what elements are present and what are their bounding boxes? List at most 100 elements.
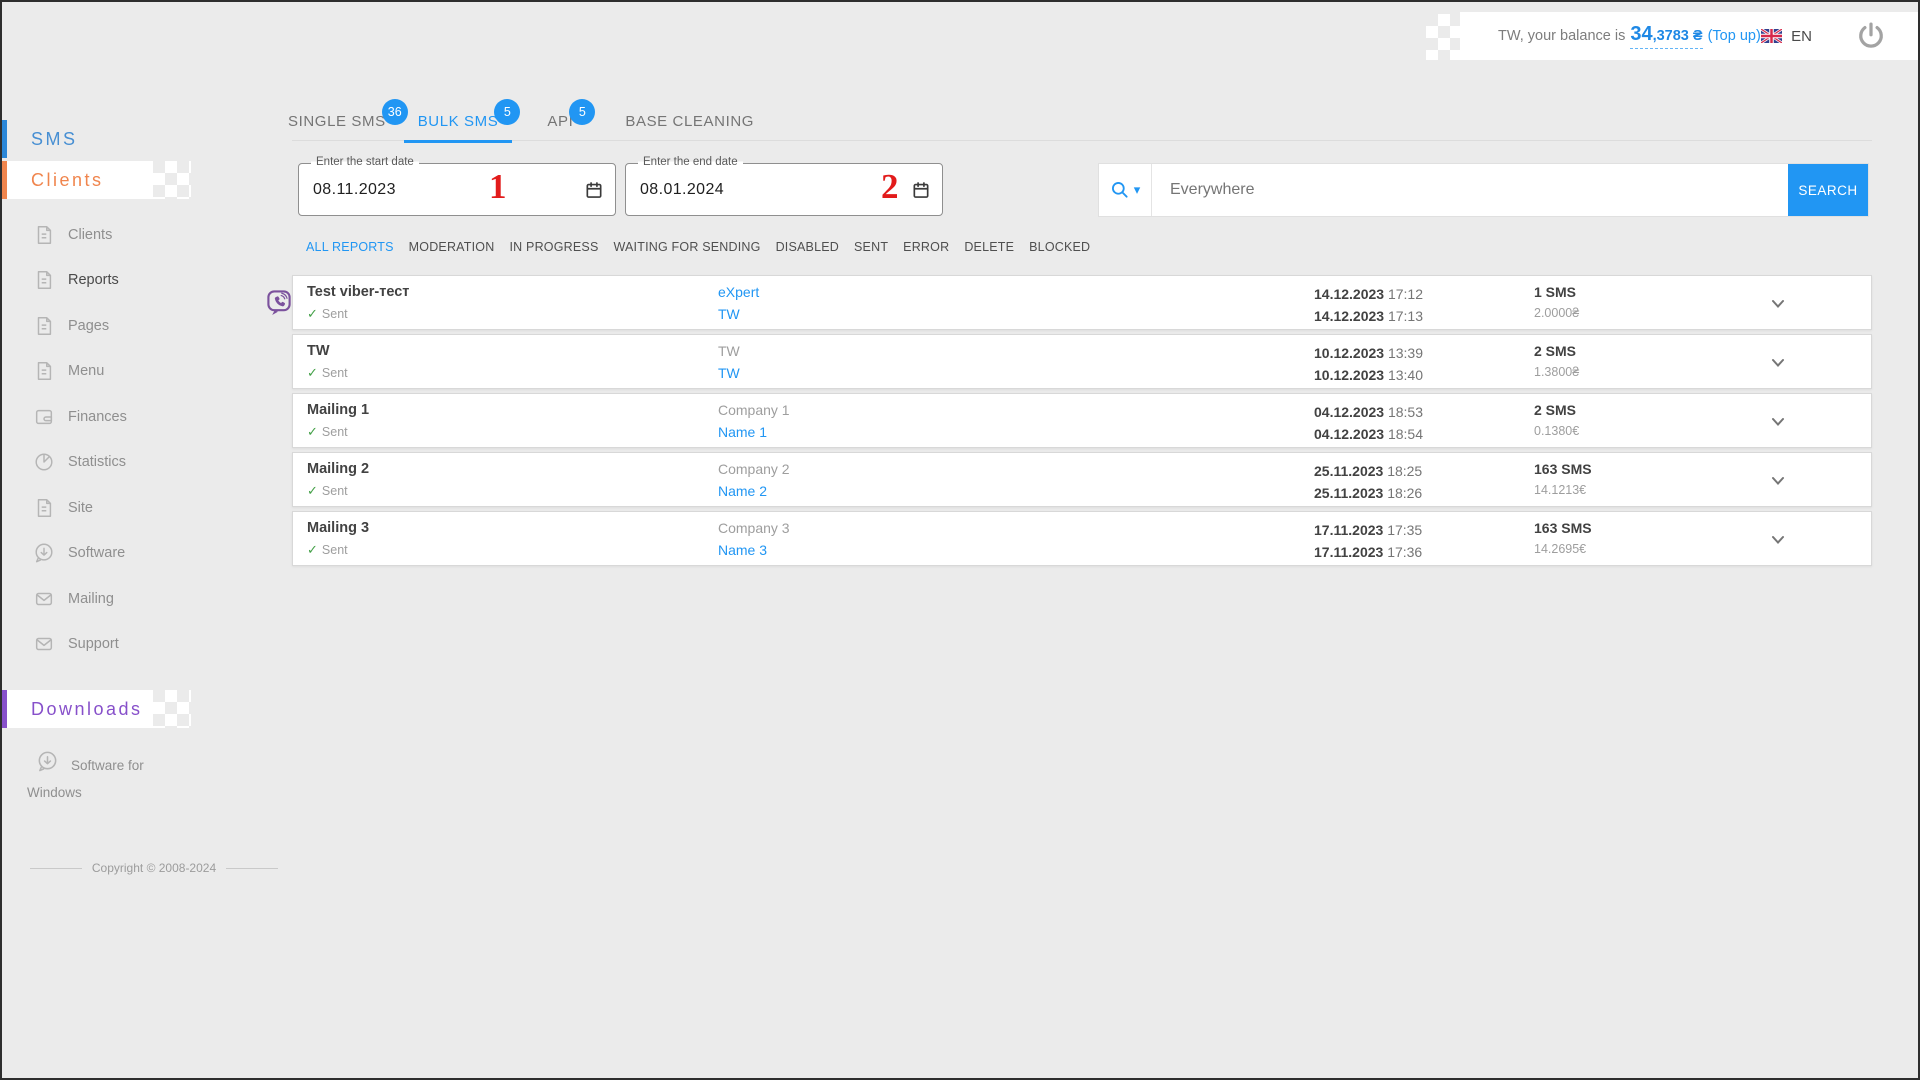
- status-tab-error[interactable]: ERROR: [903, 240, 949, 254]
- sidebar-item-label: Reports: [68, 272, 119, 288]
- search-bar: ▾ SEARCH: [1098, 163, 1869, 217]
- sidebar-item-mailing[interactable]: Mailing: [2, 576, 222, 622]
- sms-cost: 14.1213€: [1534, 483, 1586, 497]
- sidebar-item-finances[interactable]: Finances: [2, 394, 222, 440]
- search-icon: [1110, 180, 1130, 200]
- sidebar-section-downloads[interactable]: Downloads: [2, 690, 153, 728]
- expand-chevron-icon[interactable]: [1765, 291, 1791, 317]
- status-tab-delete[interactable]: DELETE: [964, 240, 1014, 254]
- report-row[interactable]: Mailing 2 ✓Sent Company 2 Name 2 25.11.2…: [292, 452, 1872, 507]
- annotation-number-2: 2: [881, 167, 899, 207]
- sidebar-item-support[interactable]: Support: [2, 622, 222, 668]
- start-date-value[interactable]: 08.11.2023: [313, 181, 396, 199]
- balance-fraction: ,3783 ₴: [1653, 28, 1703, 44]
- report-sender-link[interactable]: Name 1: [718, 424, 767, 440]
- end-date-field[interactable]: Enter the end date 08.01.2024 2: [625, 163, 943, 216]
- start-date: 14.12.2023: [1314, 286, 1384, 302]
- sidebar-item-label: Software: [68, 545, 125, 561]
- sidebar-item-menu[interactable]: Menu: [2, 349, 222, 395]
- sidebar-item-reports[interactable]: Reports: [2, 258, 222, 304]
- report-status: ✓Sent: [307, 365, 348, 381]
- report-company: TW: [718, 343, 740, 359]
- copyright-text: Copyright © 2008-2024: [92, 861, 216, 875]
- top-up-link[interactable]: (Top up): [1708, 28, 1761, 44]
- document-icon: [33, 315, 55, 337]
- sidebar-sms-label: SMS: [31, 129, 78, 150]
- sidebar-section-clients[interactable]: Clients: [2, 161, 153, 199]
- expand-chevron-icon[interactable]: [1765, 468, 1791, 494]
- tab-base-cleaning[interactable]: BASE CLEANING: [611, 103, 768, 143]
- end-time: 17:36: [1387, 544, 1422, 560]
- language-selector[interactable]: EN: [1761, 28, 1812, 45]
- report-row[interactable]: TW ✓Sent TW TW 10.12.2023 13:39 10.12.20…: [292, 334, 1872, 389]
- sidebar-item-site[interactable]: Site: [2, 485, 222, 531]
- status-tab-waiting-for-sending[interactable]: WAITING FOR SENDING: [613, 240, 760, 254]
- checker-decoration: [153, 690, 191, 728]
- report-sender-link[interactable]: TW: [718, 365, 740, 381]
- annotation-number-1: 1: [489, 167, 507, 207]
- topbar: TW, your balance is 34,3783 ₴ (Top up) E…: [1460, 12, 1918, 60]
- start-date: 10.12.2023: [1314, 345, 1384, 361]
- sms-count: 163 SMS: [1534, 461, 1592, 477]
- start-date-label: Enter the start date: [311, 156, 419, 168]
- sidebar-item-software[interactable]: Software: [2, 531, 222, 577]
- status-tab-sent[interactable]: SENT: [854, 240, 888, 254]
- report-row[interactable]: Mailing 1 ✓Sent Company 1 Name 1 04.12.2…: [292, 393, 1872, 448]
- status-text: Sent: [322, 543, 348, 557]
- status-tab-moderation[interactable]: MODERATION: [409, 240, 495, 254]
- report-status: ✓Sent: [307, 483, 348, 499]
- report-sender-link[interactable]: TW: [718, 306, 740, 322]
- chevron-down-icon: ▾: [1134, 182, 1141, 198]
- viber-icon: [266, 289, 293, 318]
- start-time: 13:39: [1388, 345, 1423, 361]
- report-row[interactable]: Mailing 3 ✓Sent Company 3 Name 3 17.11.2…: [292, 511, 1872, 566]
- checker-decoration: [1426, 14, 1460, 60]
- end-date-value[interactable]: 08.01.2024: [640, 181, 724, 199]
- search-button[interactable]: SEARCH: [1788, 164, 1868, 216]
- report-status: ✓Sent: [307, 306, 348, 322]
- report-company-link[interactable]: eXpert: [718, 284, 759, 300]
- tab-label: BULK SMS: [418, 113, 499, 130]
- status-tab-blocked[interactable]: BLOCKED: [1029, 240, 1090, 254]
- sms-cost: 2.0000₴: [1534, 306, 1579, 320]
- status-tab-in-progress[interactable]: IN PROGRESS: [509, 240, 598, 254]
- calendar-icon[interactable]: [584, 180, 604, 200]
- tab-single-sms[interactable]: SINGLE SMS 36: [288, 103, 400, 143]
- sidebar-item-software-for-windows[interactable]: Software for Windows: [27, 752, 172, 806]
- status-tab-disabled[interactable]: DISABLED: [776, 240, 839, 254]
- logout-power-button[interactable]: [1856, 21, 1886, 51]
- search-input[interactable]: [1152, 164, 1788, 216]
- sidebar-item-label: Support: [68, 636, 119, 652]
- sidebar-item-pages[interactable]: Pages: [2, 303, 222, 349]
- language-code: EN: [1791, 28, 1812, 45]
- expand-chevron-icon[interactable]: [1765, 350, 1791, 376]
- report-row[interactable]: Test viber-тест ✓Sent eXpert TW 14.12.20…: [292, 275, 1872, 330]
- start-time: 18:53: [1388, 404, 1423, 420]
- sidebar-item-label: Finances: [68, 409, 127, 425]
- envelope-icon: [33, 633, 55, 655]
- status-tab-all-reports[interactable]: ALL REPORTS: [306, 240, 394, 254]
- report-sender-link[interactable]: Name 2: [718, 483, 767, 499]
- sidebar-item-label: Site: [68, 500, 93, 516]
- sidebar-item-label: Menu: [68, 363, 104, 379]
- tab-bulk-sms[interactable]: BULK SMS 5: [404, 103, 513, 143]
- end-date: 10.12.2023: [1314, 367, 1384, 383]
- sidebar-item-clients[interactable]: Clients: [2, 212, 222, 258]
- tab-api[interactable]: API 5: [533, 103, 587, 143]
- calendar-icon[interactable]: [911, 180, 931, 200]
- sidebar-item-statistics[interactable]: Statistics: [2, 440, 222, 486]
- sms-count: 1 SMS: [1534, 284, 1576, 300]
- start-date-field[interactable]: Enter the start date 08.11.2023 1: [298, 163, 616, 216]
- report-company: Company 3: [718, 520, 790, 536]
- expand-chevron-icon[interactable]: [1765, 409, 1791, 435]
- balance-amount-link[interactable]: 34,3783 ₴: [1630, 23, 1702, 49]
- wallet-icon: [33, 406, 55, 428]
- checker-decoration: [153, 161, 191, 199]
- check-icon: ✓: [307, 542, 318, 557]
- report-sender-link[interactable]: Name 3: [718, 542, 767, 558]
- report-title: Mailing 1: [307, 402, 369, 418]
- search-scope-dropdown[interactable]: ▾: [1099, 164, 1152, 216]
- expand-chevron-icon[interactable]: [1765, 527, 1791, 553]
- sms-cost: 14.2695€: [1534, 542, 1586, 556]
- sidebar-section-sms[interactable]: SMS: [2, 120, 153, 158]
